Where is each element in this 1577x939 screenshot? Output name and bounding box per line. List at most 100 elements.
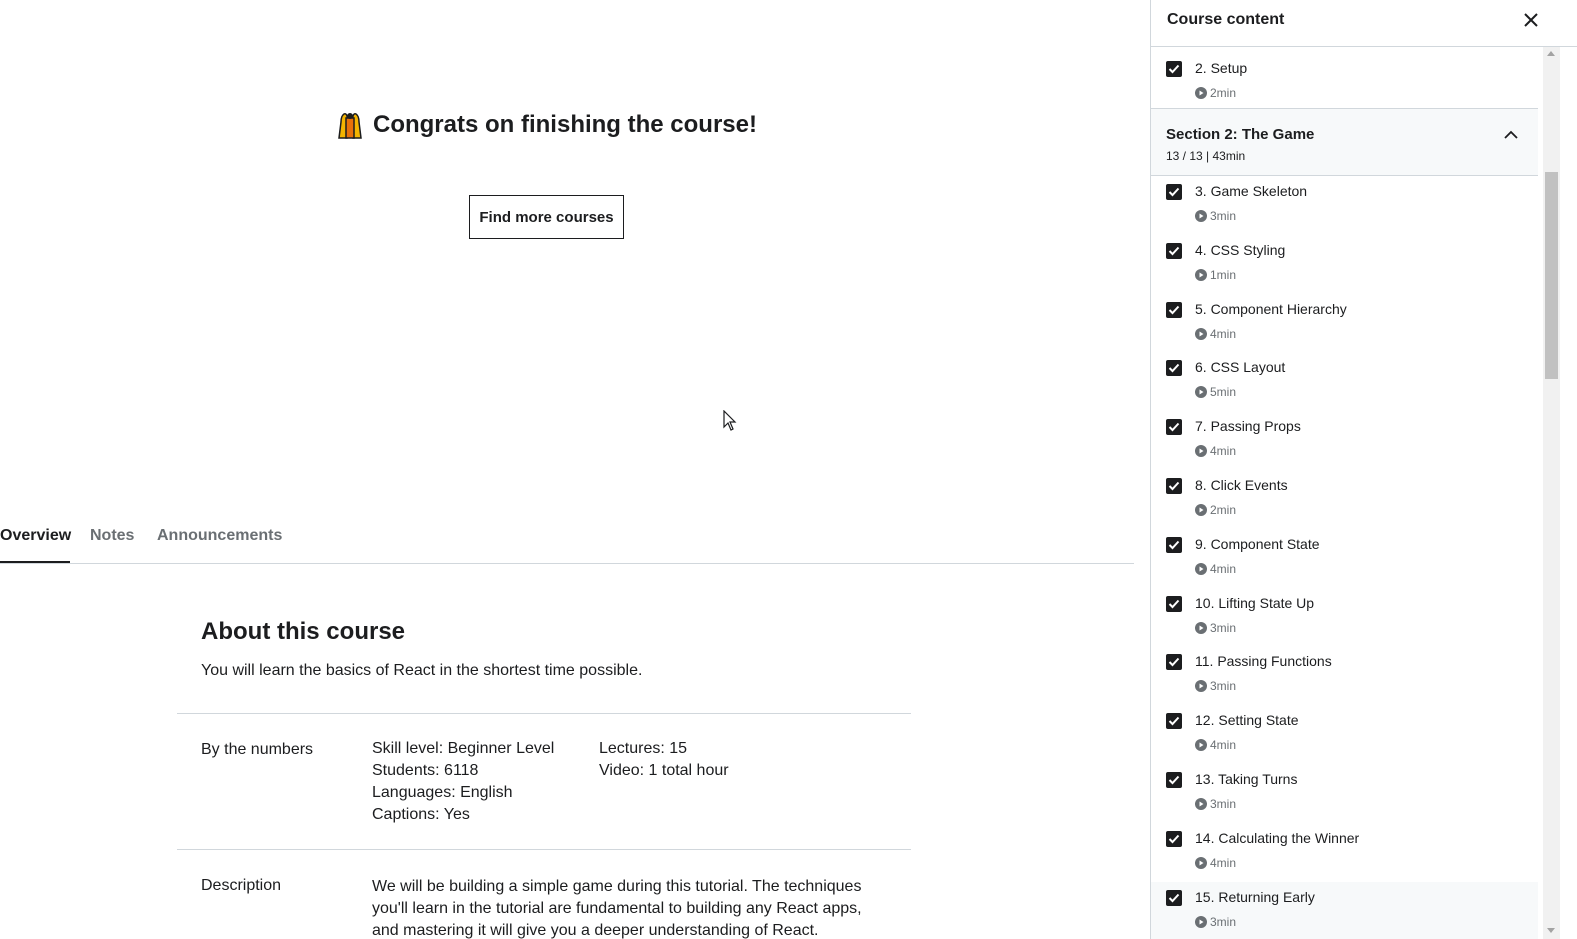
lecture-item[interactable]: 3. Game Skeleton 3min	[1151, 176, 1538, 235]
play-circle-icon	[1195, 210, 1207, 222]
lecture-item[interactable]: 10. Lifting State Up 3min	[1151, 588, 1538, 647]
play-circle-icon	[1195, 386, 1207, 399]
lecture-duration: 3min	[1195, 915, 1236, 929]
about-subtitle: You will learn the basics of React in th…	[201, 662, 643, 679]
close-icon[interactable]	[1521, 10, 1541, 30]
lecture-item[interactable]: 14. Calculating the Winner 4min	[1151, 823, 1538, 882]
stat-lectures: Lectures: 15	[599, 740, 688, 757]
active-tab-indicator	[0, 561, 70, 563]
lecture-item[interactable]: 6. CSS Layout 5min	[1151, 352, 1538, 411]
by-numbers-label: By the numbers	[201, 741, 314, 758]
lecture-title: 7. Passing Props	[1195, 418, 1301, 435]
play-circle-icon	[1195, 621, 1207, 634]
lecture-title: 12. Setting State	[1195, 712, 1299, 729]
tab-overview[interactable]: Overview	[0, 527, 71, 545]
description-label: Description	[201, 877, 282, 894]
checkbox-checked[interactable]	[1166, 889, 1182, 906]
sidebar-list[interactable]: 2. Setup 2min Section 2: The Game 13 / 1…	[1151, 47, 1538, 939]
checkbox-checked[interactable]	[1166, 771, 1182, 788]
lecture-duration: 4min	[1195, 562, 1236, 576]
lecture-title: 2. Setup	[1195, 60, 1248, 76]
lecture-title: 8. Click Events	[1195, 476, 1288, 493]
checkbox-checked[interactable]	[1166, 242, 1182, 259]
checkbox-checked[interactable]	[1166, 536, 1182, 553]
lecture-item[interactable]: 2. Setup 2min	[1151, 53, 1538, 100]
lecture-title: 3. Game Skeleton	[1195, 183, 1308, 199]
lecture-title: 6. CSS Layout	[1195, 359, 1286, 376]
duration-text: 3min	[1210, 796, 1237, 811]
lecture-item[interactable]: 13. Taking Turns 3min	[1151, 764, 1538, 823]
lecture-duration: 3min	[1195, 209, 1236, 223]
stats-column-1: Skill level: Beginner Level Students: 61…	[372, 738, 554, 826]
checkbox-checked[interactable]	[1166, 654, 1182, 671]
checkbox-checked[interactable]	[1166, 830, 1182, 847]
checkbox-checked[interactable]	[1166, 301, 1182, 318]
lecture-duration: 4min	[1195, 856, 1236, 870]
lecture-item[interactable]: 12. Setting State 4min	[1151, 705, 1538, 764]
play-circle-icon	[1195, 503, 1207, 516]
lecture-duration: 1min	[1195, 268, 1236, 282]
duration-text: 2min	[1210, 86, 1237, 100]
play-circle-icon	[1195, 797, 1207, 810]
section-title: Section 2: The Game	[1166, 126, 1315, 143]
duration-text: 4min	[1210, 561, 1237, 576]
find-more-courses-button[interactable]: Find more courses	[469, 195, 624, 239]
divider	[177, 713, 911, 714]
chevron-up-icon	[1504, 130, 1518, 139]
lecture-item[interactable]: 7. Passing Props 4min	[1151, 411, 1538, 470]
divider	[177, 849, 911, 850]
play-circle-icon	[1195, 87, 1207, 99]
play-circle-icon	[1195, 915, 1207, 928]
description-text: We will be building a simple game during…	[372, 878, 862, 939]
checkbox-checked[interactable]	[1166, 360, 1182, 377]
scroll-up-arrow-icon[interactable]	[1547, 51, 1555, 56]
tab-announcements[interactable]: Announcements	[157, 527, 282, 545]
checkbox-checked[interactable]	[1166, 419, 1182, 436]
stat-students: Students: 6118	[372, 762, 479, 779]
lecture-item[interactable]: 4. CSS Styling 1min	[1151, 235, 1538, 294]
about-title: About this course	[201, 618, 406, 645]
duration-text: 4min	[1210, 444, 1237, 459]
section-header[interactable]: Section 2: The Game 13 / 13 | 43min	[1151, 108, 1538, 176]
duration-text: 3min	[1210, 209, 1237, 223]
checkbox-checked[interactable]	[1166, 61, 1182, 77]
play-circle-icon	[1195, 856, 1207, 869]
lecture-title: 4. CSS Styling	[1195, 241, 1286, 258]
lecture-item[interactable]: 11. Passing Functions 3min	[1151, 646, 1538, 705]
scrollbar[interactable]	[1543, 47, 1560, 939]
scroll-down-arrow-icon[interactable]	[1547, 928, 1555, 933]
sidebar-header: Course content	[1151, 0, 1577, 47]
lecture-duration: 3min	[1195, 797, 1236, 811]
lecture-item[interactable]: 5. Component Hierarchy 4min	[1151, 294, 1538, 353]
duration-text: 3min	[1210, 914, 1237, 929]
lecture-title: 14. Calculating the Winner	[1195, 829, 1360, 846]
lecture-duration: 4min	[1195, 444, 1236, 458]
tab-notes[interactable]: Notes	[90, 527, 134, 545]
lecture-title: 5. Component Hierarchy	[1195, 300, 1347, 317]
congrats-text: Congrats on finishing the course!	[372, 111, 757, 138]
scrollbar-thumb[interactable]	[1545, 172, 1558, 379]
section-progress: 13 / 13 | 43min	[1166, 149, 1246, 163]
video-area: Congrats on finishing the course! Find m…	[0, 0, 1134, 500]
checkbox-checked[interactable]	[1166, 184, 1182, 200]
play-circle-icon	[1195, 680, 1207, 693]
celebrate-icon	[338, 113, 362, 139]
lecture-duration: 2min	[1195, 86, 1236, 100]
checkbox-checked[interactable]	[1166, 713, 1182, 730]
lecture-title: 9. Component State	[1195, 535, 1320, 552]
lecture-duration: 3min	[1195, 679, 1236, 693]
lecture-duration: 4min	[1195, 327, 1236, 341]
course-main: Congrats on finishing the course! Find m…	[0, 0, 1134, 939]
stat-skill-level: Skill level: Beginner Level	[372, 740, 555, 757]
stat-video: Video: 1 total hour	[599, 762, 729, 779]
checkbox-checked[interactable]	[1166, 595, 1182, 612]
lecture-duration: 5min	[1195, 385, 1236, 399]
lecture-item[interactable]: 15. Returning Early 3min	[1151, 881, 1538, 939]
lecture-item[interactable]: 9. Component State 4min	[1151, 529, 1538, 588]
mouse-cursor-icon	[723, 410, 737, 431]
lecture-duration: 2min	[1195, 503, 1236, 517]
checkbox-checked[interactable]	[1166, 477, 1182, 494]
lecture-item[interactable]: 8. Click Events 2min	[1151, 470, 1538, 529]
stat-captions: Captions: Yes	[372, 806, 470, 823]
duration-text: 3min	[1210, 679, 1237, 694]
